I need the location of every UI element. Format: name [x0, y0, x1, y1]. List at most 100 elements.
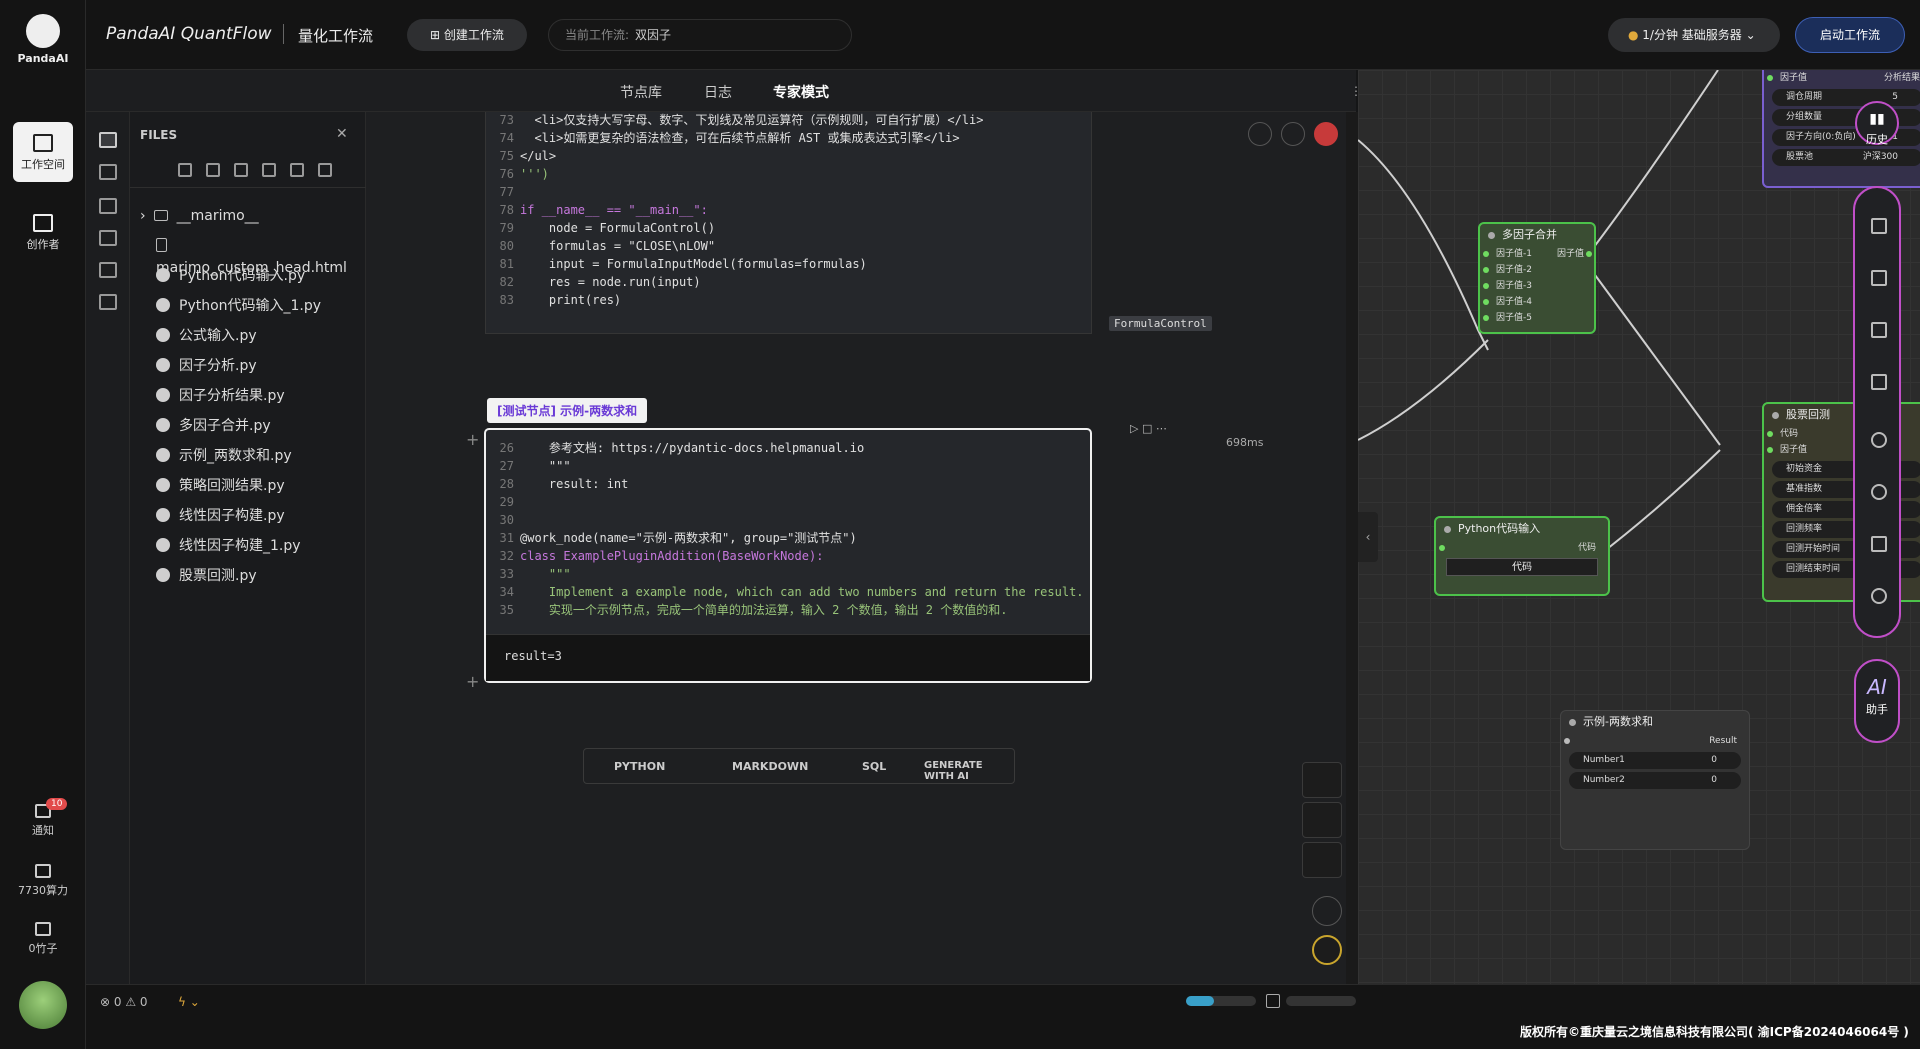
stock-pool-field[interactable]: 股票池 沪深300	[1772, 149, 1920, 166]
nav-workspace[interactable]: 工作空间	[13, 122, 73, 182]
new-file-icon[interactable]	[178, 163, 192, 177]
python-code-node[interactable]: Python代码输入 代码 代码	[1434, 516, 1610, 596]
export-icon[interactable]	[1871, 270, 1887, 286]
add-markdown-button[interactable]: MARKDOWN	[732, 760, 808, 773]
port-label: 因子值-4	[1496, 297, 1532, 307]
fit-view-icon[interactable]	[1871, 536, 1887, 552]
line-number: 30	[499, 513, 514, 527]
marimo-file-icon	[156, 508, 170, 522]
problems-indicator[interactable]: ⊗ 0 ⚠ 0	[100, 995, 148, 1009]
save-icon[interactable]	[1302, 762, 1342, 798]
line-number: 73	[499, 113, 514, 127]
code-cell-addition[interactable]: 26 参考文档: https://pydantic-docs.helpmanua…	[484, 428, 1092, 683]
list-item[interactable]: 因子分析.py	[156, 355, 257, 377]
code-text: 实现一个示例节点，完成一个简单的加法运算，输入 2 个数值，输出 2 个数值的和…	[520, 603, 1008, 617]
list-item[interactable]: 线性因子构建.py	[156, 505, 285, 527]
file-tree-icon[interactable]	[99, 132, 117, 148]
cell-output: result=3	[486, 634, 1090, 681]
code-cell-formula[interactable]: 73 <li>仅支持大写字母、数字、下划线及常见运算符（示例规则，可自行扩展）<…	[485, 112, 1212, 334]
upload-icon[interactable]	[234, 163, 248, 177]
layout-icon[interactable]	[1302, 802, 1342, 838]
list-item[interactable]: 多因子合并.py	[156, 415, 271, 437]
tab-node-library[interactable]: 节点库	[620, 82, 662, 102]
list-item[interactable]: 公式输入.py	[156, 325, 257, 347]
delete-cell-icon[interactable]	[1314, 122, 1338, 146]
avatar[interactable]	[19, 981, 67, 1029]
nav-notify[interactable]: 10 通知	[0, 798, 86, 838]
hide-icon[interactable]	[290, 163, 304, 177]
factor-direction-field[interactable]: 因子方向(0:负向) 1	[1772, 129, 1920, 146]
run-all-icon[interactable]	[1312, 935, 1342, 965]
settings-icon[interactable]	[1266, 994, 1280, 1008]
number1-stepper[interactable]: Number1 0	[1569, 752, 1741, 769]
node-port[interactable]: 因子值-2	[1480, 262, 1594, 278]
trash-icon[interactable]	[1871, 374, 1887, 390]
logo: PandaAI	[14, 14, 72, 65]
list-item[interactable]: Python代码输入_1.py	[156, 295, 321, 317]
dependency-graph-icon[interactable]	[99, 294, 117, 310]
zoom-out-icon[interactable]	[1871, 484, 1887, 500]
list-item[interactable]: marimo_custom_head.html	[156, 235, 365, 276]
collapse-icon[interactable]	[318, 163, 332, 177]
reset-icon[interactable]	[1871, 588, 1887, 604]
code-button[interactable]: 代码	[1446, 558, 1598, 576]
list-item[interactable]: 因子分析结果.py	[156, 385, 285, 407]
field-label: 分组数量	[1786, 112, 1823, 122]
list-item[interactable]: 线性因子构建_1.py	[156, 535, 301, 557]
tab-expert-mode[interactable]: 专家模式	[773, 82, 829, 102]
merge-factor-node[interactable]: 多因子合并 因子值-1 因子值 因子值-2 因子值-3 因子值-4 因子值-5	[1478, 222, 1596, 334]
editor-scrollbar[interactable]	[1346, 112, 1358, 984]
command-icon[interactable]	[1302, 842, 1342, 878]
rebalance-period-field[interactable]: 调仓周期 5	[1772, 89, 1920, 106]
node-port[interactable]: 代码	[1436, 540, 1608, 556]
field-label: 因子方向(0:负向)	[1786, 132, 1856, 142]
list-item[interactable]: Python代码输入.py	[156, 265, 305, 287]
connection-line	[1583, 259, 1721, 446]
server-select[interactable]: ● 1/分钟 基础服务器 ⌄	[1608, 18, 1780, 52]
add-python-button[interactable]: PYTHON	[614, 760, 665, 773]
lightning-icon[interactable]: ϟ ⌄	[178, 995, 200, 1009]
package-icon[interactable]	[99, 198, 117, 214]
workflow-canvas[interactable]: 多因子合并 因子值-1 因子值 因子值-2 因子值-3 因子值-4 因子值-5 P…	[1358, 70, 1920, 984]
node-port[interactable]: 因子值-4	[1480, 294, 1594, 310]
ai-assistant-button[interactable]: AI 助手	[1854, 659, 1900, 743]
node-port[interactable]: 因子值-3	[1480, 278, 1594, 294]
save-icon[interactable]	[1871, 218, 1887, 234]
new-folder-icon[interactable]	[206, 163, 220, 177]
add-cell-below-icon[interactable]: +	[466, 672, 479, 691]
node-port[interactable]: 因子值 分析结果	[1764, 70, 1920, 86]
tab-log[interactable]: 日志	[704, 82, 732, 102]
stop-icon[interactable]	[1312, 896, 1342, 926]
history-button[interactable]: ▮▮ 历史	[1855, 101, 1899, 146]
add-sql-button[interactable]: SQL	[862, 760, 886, 773]
zoom-in-icon[interactable]	[1871, 432, 1887, 448]
bamboo-balance[interactable]: 0竹子	[0, 922, 86, 956]
gear-icon[interactable]	[1281, 122, 1305, 146]
outline-icon[interactable]	[99, 230, 117, 246]
cell-menu-icon[interactable]	[1248, 122, 1272, 146]
close-icon[interactable]: ✕	[336, 126, 348, 142]
search-docs-icon[interactable]	[99, 262, 117, 278]
node-port[interactable]: Result	[1561, 733, 1749, 749]
import-icon[interactable]	[1871, 322, 1887, 338]
list-item[interactable]: 股票回测.py	[156, 565, 257, 587]
current-workflow-field[interactable]: 当前工作流: 双因子	[548, 19, 852, 51]
create-workflow-button[interactable]: ⊞ 创建工作流	[407, 19, 527, 51]
list-item[interactable]: 示例_两数求和.py	[156, 445, 292, 467]
list-item[interactable]: 策略回测结果.py	[156, 475, 285, 497]
node-port[interactable]: 因子值-5	[1480, 310, 1594, 326]
variables-icon[interactable]	[99, 164, 117, 180]
list-item[interactable]: › __marimo__	[140, 205, 259, 227]
add-cell-above-icon[interactable]: +	[466, 430, 479, 449]
start-workflow-button[interactable]: 启动工作流	[1795, 17, 1905, 53]
sum-node[interactable]: 示例-两数求和 Result Number1 0 Number2 0	[1560, 710, 1750, 850]
cell-run-controls[interactable]: ▷ □ ⋯	[1130, 422, 1167, 435]
nav-creator[interactable]: 创作者	[13, 202, 73, 262]
compute-balance[interactable]: 7730算力	[0, 864, 86, 898]
node-port[interactable]: 因子值-1 因子值	[1480, 246, 1594, 262]
node-tag[interactable]: [测试节点] 示例-两数求和	[487, 398, 648, 423]
number2-stepper[interactable]: Number2 0	[1569, 772, 1741, 789]
generate-ai-button[interactable]: GENERATE WITH AI	[924, 760, 1014, 782]
refresh-icon[interactable]	[262, 163, 276, 177]
collapse-panel-icon[interactable]: ‹	[1358, 512, 1378, 562]
